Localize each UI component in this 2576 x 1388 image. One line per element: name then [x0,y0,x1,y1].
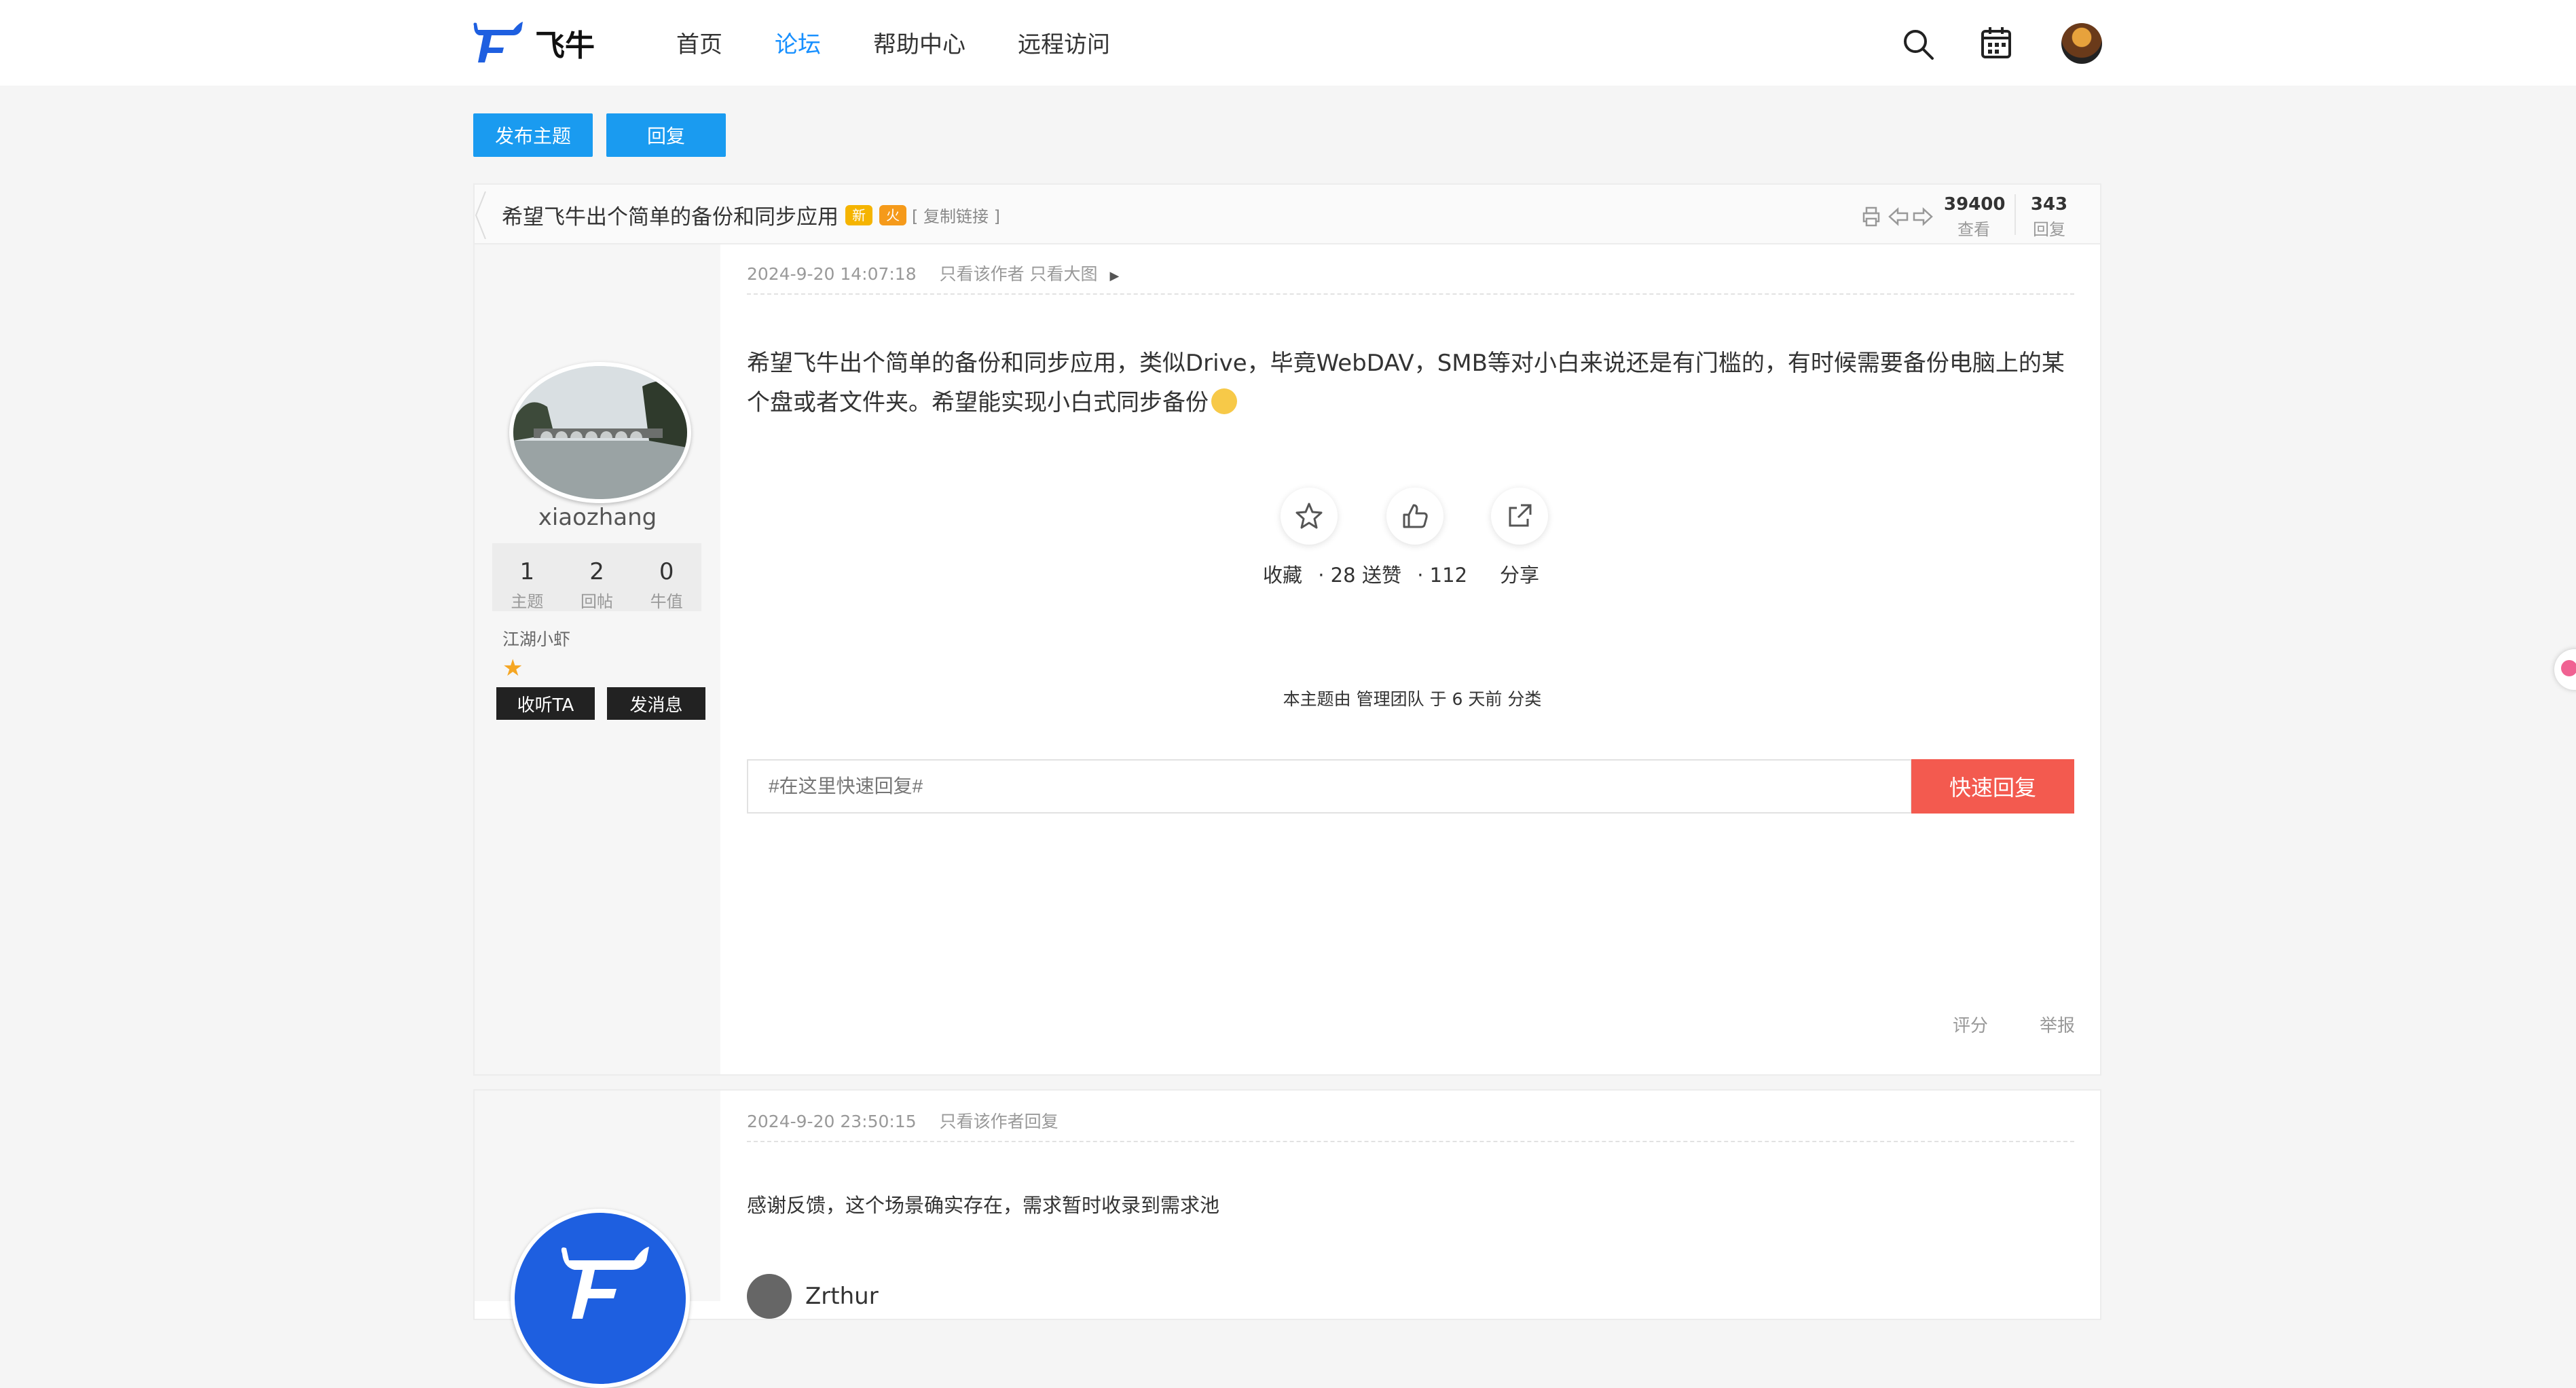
meta-divider [747,293,2074,295]
quoted-user-avatar[interactable] [747,1274,792,1319]
author-rank: 江湖小虾 [502,629,571,649]
post-1-content: 希望飞牛出个简单的备份和同步应用，类似Drive，毕竟WebDAV，SMB等对小… [747,344,2078,422]
thumbs-up-icon [1403,504,1428,528]
rate-link[interactable]: 评分 [1953,1012,1988,1037]
share-icon [1509,504,1532,527]
stat-divider [2014,194,2016,235]
logo-text: 飞牛 [535,29,595,63]
header-notch [475,191,486,239]
main-nav: 首页 论坛 帮助中心 远程访问 [676,26,1162,64]
fire-badge-icon: 火 [879,204,906,225]
official-avatar[interactable] [511,1209,690,1388]
like-count: · 112 [1417,564,1468,587]
author-stat-topics[interactable]: 1 主题 [492,543,562,611]
author-stat-value: 1 [519,558,535,585]
like-action[interactable]: 送赞 · 112 [1362,488,1467,588]
calendar-icon[interactable] [1980,26,2012,60]
floating-helper-button[interactable] [2554,649,2576,690]
user-avatar[interactable] [2061,23,2102,64]
meta-divider [747,1141,2074,1142]
author-stat-value: 2 [589,558,604,585]
author-avatar[interactable] [509,362,691,503]
hot-badge-icon: 新 [845,204,872,225]
views-count: 39400 [1944,194,2006,215]
author-stat-label: 牛值 [650,592,683,611]
favorite-action[interactable]: 收藏 · 28 [1263,488,1356,588]
quick-reply-input[interactable] [747,759,1912,814]
nav-help-center[interactable]: 帮助中心 [873,26,965,64]
favorite-button[interactable] [1281,488,1338,545]
rank-star-icon: ★ [502,655,523,682]
quick-reply-button[interactable]: 快速回复 [1911,759,2074,814]
thread-header: 希望飞牛出个简单的备份和同步应用 新 火 [ 复制链接 ] 39400 查看 3… [473,183,2101,244]
thread-title: 希望飞牛出个简单的备份和同步应用 [502,205,839,230]
follow-button[interactable]: 收听TA [496,687,595,720]
replies-label: 回复 [2033,220,2065,239]
favorite-count: · 28 [1318,564,1356,587]
favorite-label: 收藏 [1263,564,1303,587]
helper-icon [2561,660,2576,676]
top-navigation-bar: 飞牛 首页 论坛 帮助中心 远程访问 [0,0,2576,86]
reply-button[interactable]: 回复 [606,113,726,157]
post-time: 2024-9-20 23:50:15 [747,1112,917,1131]
caret-right-icon[interactable]: ▶ [1109,269,1119,283]
replies-stat: 343 回复 [2025,194,2073,240]
star-icon [1295,503,1323,529]
classify-note: 本主题由 管理团队 于 6 天前 分类 [1283,689,1542,709]
search-icon[interactable] [1901,27,1935,61]
share-action[interactable]: 分享 [1491,488,1548,588]
prev-icon[interactable] [1888,205,1909,228]
print-icon[interactable] [1860,205,1883,228]
nav-remote-access[interactable]: 远程访问 [1018,26,1110,64]
quoted-user[interactable]: Zrthur [747,1274,879,1319]
like-label: 送赞 [1362,564,1402,587]
post-content-text: 希望飞牛出个简单的备份和同步应用，类似Drive，毕竟WebDAV，SMB等对小… [747,350,2065,416]
author-stats: 1 主题 2 回帖 0 牛值 [492,543,701,611]
author-stat-posts[interactable]: 2 回帖 [562,543,632,611]
quoted-user-name[interactable]: Zrthur [805,1283,879,1310]
post-2-meta: 2024-9-20 23:50:15 只看该作者回复 [747,1108,1059,1133]
nav-forum[interactable]: 论坛 [775,26,821,64]
share-label: 分享 [1499,564,1539,587]
report-link[interactable]: 举报 [2040,1012,2075,1037]
author-stat-label: 主题 [511,592,544,611]
post-1-meta: 2024-9-20 14:07:18 只看该作者 只看大图 ▶ [747,261,1119,285]
site-logo[interactable]: 飞牛 [471,20,595,65]
next-icon[interactable] [1913,205,1933,228]
nav-home[interactable]: 首页 [676,26,722,64]
official-logo-icon [561,1247,649,1319]
views-label: 查看 [1957,220,1990,239]
author-avatar-image [513,366,687,499]
post-filter-links[interactable]: 只看该作者回复 [940,1112,1059,1131]
new-topic-button[interactable]: 发布主题 [473,113,593,157]
views-stat: 39400 查看 [1944,194,2006,240]
author-stat-label: 回帖 [581,592,613,611]
share-button[interactable] [1491,488,1548,545]
thread-title-row: 希望飞牛出个简单的备份和同步应用 新 火 [ 复制链接 ] [502,200,1000,230]
replies-count: 343 [2030,194,2068,215]
author-stat-points[interactable]: 0 牛值 [631,543,701,611]
logo-icon [473,22,523,62]
post-2-content: 感谢反馈，这个场景确实存在，需求暂时收录到需求池 [747,1194,1220,1217]
like-button[interactable] [1386,488,1443,545]
post-filter-links[interactable]: 只看该作者 只看大图 [940,264,1098,284]
author-stat-value: 0 [659,558,674,585]
copy-link[interactable]: [ 复制链接 ] [912,203,1000,227]
post-time: 2024-9-20 14:07:18 [747,264,917,284]
message-button[interactable]: 发消息 [607,687,705,720]
smile-emoji-icon [1211,388,1237,414]
author-name[interactable]: xiaozhang [475,504,720,531]
